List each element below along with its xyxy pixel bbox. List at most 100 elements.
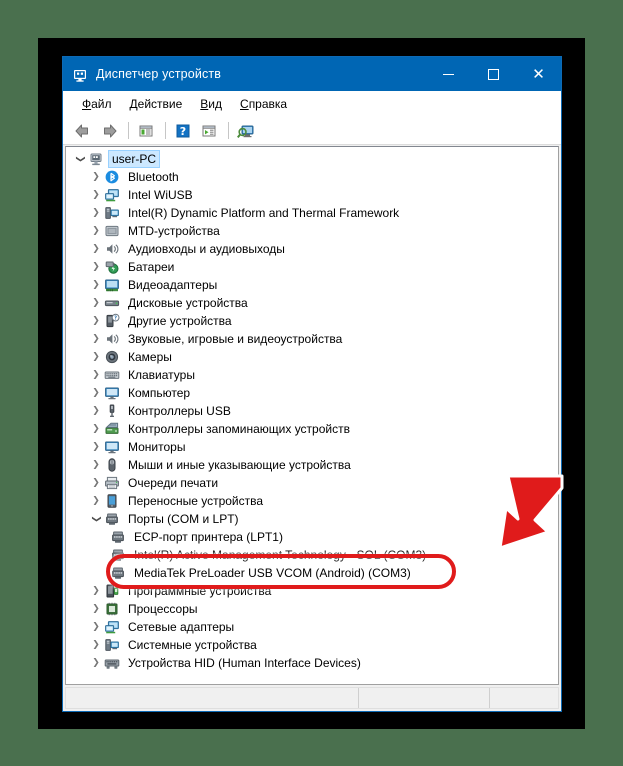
- tree-node[interactable]: ❯ Переносные устройства: [66, 492, 558, 510]
- svg-text:?: ?: [180, 125, 186, 138]
- disk-drive-icon: [104, 295, 120, 311]
- tree-node[interactable]: ❯ Мыши и иные указывающие устройства: [66, 456, 558, 474]
- menu-action[interactable]: Действие: [121, 94, 192, 114]
- menu-file-accel: Ф: [82, 96, 92, 111]
- minimize-button[interactable]: [426, 57, 471, 91]
- tree-node[interactable]: ❯ Компьютер: [66, 384, 558, 402]
- chevron-right-icon[interactable]: ❯: [88, 439, 104, 455]
- device-manager-window: Диспетчер устройств ✕ Файл Действие Вид …: [62, 56, 562, 712]
- chevron-right-icon[interactable]: ❯: [88, 169, 104, 185]
- status-pane-3: [489, 688, 558, 708]
- chevron-right-icon[interactable]: ❯: [88, 637, 104, 653]
- tree-node[interactable]: ❯ Intel WiUSB: [66, 186, 558, 204]
- network-icon: [104, 619, 120, 635]
- tree-node-label: user-PC: [107, 150, 161, 168]
- tree-node-label: Дисковые устройства: [128, 296, 248, 310]
- tree-node-label: Звуковые, игровые и видеоустройства: [128, 332, 343, 346]
- tree-node[interactable]: ❯ Устройства HID (Human Interface Devices…: [66, 654, 558, 672]
- toolbar-separator-3: [228, 122, 229, 139]
- tree-node[interactable]: ❯ Порты (COM и LPT): [66, 510, 558, 528]
- minimize-icon: [443, 73, 454, 75]
- toolbar-properties[interactable]: [134, 120, 158, 142]
- chevron-right-icon[interactable]: ❯: [88, 583, 104, 599]
- tree-node[interactable]: ❯ Батареи: [66, 258, 558, 276]
- chevron-right-icon[interactable]: ❯: [88, 313, 104, 329]
- tree-node-label: Intel WiUSB: [128, 188, 193, 202]
- tree-node[interactable]: ❯ Камеры: [66, 348, 558, 366]
- tree-node[interactable]: ❯ MTD-устройства: [66, 222, 558, 240]
- chevron-right-icon[interactable]: ❯: [88, 259, 104, 275]
- tree-node[interactable]: ❯ Очереди печати: [66, 474, 558, 492]
- tree-node-label: Мониторы: [128, 440, 186, 454]
- tree-node[interactable]: Intel(R) Active Management Technology - …: [66, 546, 558, 564]
- chevron-right-icon[interactable]: ❯: [88, 367, 104, 383]
- chevron-right-icon[interactable]: ❯: [88, 493, 104, 509]
- tree-node-label: Клавиатуры: [128, 368, 195, 382]
- tree-node[interactable]: MediaTek PreLoader USB VCOM (Android) (C…: [66, 564, 558, 582]
- chevron-right-icon[interactable]: ❯: [88, 187, 104, 203]
- tree-root-node[interactable]: ❯ user-PC: [66, 150, 558, 168]
- tree-node[interactable]: ❯ Контроллеры запоминающих устройств: [66, 420, 558, 438]
- chevron-right-icon[interactable]: ❯: [88, 223, 104, 239]
- device-tree[interactable]: ❯ user-PC ❯ Bluetooth ❯ Intel WiUSB ❯ Intel(R) …: [65, 146, 559, 685]
- title-bar[interactable]: Диспетчер устройств ✕: [63, 57, 561, 91]
- toolbar: ?: [63, 117, 561, 145]
- tree-node[interactable]: ❯ Клавиатуры: [66, 366, 558, 384]
- toolbar-help[interactable]: ?: [171, 120, 195, 142]
- chevron-right-icon[interactable]: ❯: [88, 277, 104, 293]
- tree-node-label: Камеры: [128, 350, 172, 364]
- menu-help-accel: С: [240, 96, 249, 111]
- tree-node[interactable]: ❯ Intel(R) Dynamic Platform and Thermal F…: [66, 204, 558, 222]
- tree-node[interactable]: ❯ Контроллеры USB: [66, 402, 558, 420]
- toolbar-update-driver[interactable]: [197, 120, 221, 142]
- chevron-right-icon[interactable]: ❯: [88, 601, 104, 617]
- tree-node[interactable]: ❯ Аудиовходы и аудиовыходы: [66, 240, 558, 258]
- tree-node[interactable]: ❯ Системные устройства: [66, 636, 558, 654]
- tree-node-label: Контроллеры USB: [128, 404, 231, 418]
- menu-help[interactable]: Справка: [231, 94, 296, 114]
- tree-node[interactable]: ECP-порт принтера (LPT1): [66, 528, 558, 546]
- chevron-down-icon[interactable]: ❯: [72, 151, 88, 167]
- tree-node-label: Компьютер: [128, 386, 191, 400]
- menu-help-rest: правка: [248, 96, 288, 111]
- chevron-right-icon[interactable]: ❯: [88, 457, 104, 473]
- tree-node[interactable]: ❯ Звуковые, игровые и видеоустройства: [66, 330, 558, 348]
- battery-icon: [104, 259, 120, 275]
- toolbar-forward[interactable]: [97, 120, 121, 142]
- tree-node[interactable]: ❯ Видеоадаптеры: [66, 276, 558, 294]
- chevron-right-icon[interactable]: ❯: [88, 241, 104, 257]
- chevron-right-icon[interactable]: ❯: [88, 619, 104, 635]
- chevron-right-icon[interactable]: ❯: [88, 421, 104, 437]
- speaker-icon: [104, 241, 120, 257]
- chevron-right-icon[interactable]: ❯: [88, 475, 104, 491]
- tree-node[interactable]: ❯ Сетевые адаптеры: [66, 618, 558, 636]
- close-button[interactable]: ✕: [516, 57, 561, 91]
- tree-node[interactable]: ❯ Программные устройства: [66, 582, 558, 600]
- chevron-right-icon[interactable]: ❯: [88, 295, 104, 311]
- chevron-right-icon[interactable]: ❯: [88, 385, 104, 401]
- menu-view[interactable]: Вид: [191, 94, 231, 114]
- tree-node[interactable]: ❯? Другие устройства: [66, 312, 558, 330]
- toolbar-separator-2: [165, 122, 166, 139]
- chevron-right-icon[interactable]: ❯: [88, 205, 104, 221]
- unknown-device-icon: ?: [104, 313, 120, 329]
- tree-node[interactable]: ❯ Процессоры: [66, 600, 558, 618]
- menu-file[interactable]: Файл: [73, 94, 121, 114]
- tree-node[interactable]: ❯ Дисковые устройства: [66, 294, 558, 312]
- chevron-right-icon[interactable]: ❯: [88, 655, 104, 671]
- toolbar-scan-hardware[interactable]: [234, 120, 258, 142]
- tree-node[interactable]: ❯ Мониторы: [66, 438, 558, 456]
- toolbar-back[interactable]: [71, 120, 95, 142]
- tree-node-label: Переносные устройства: [128, 494, 264, 508]
- maximize-button[interactable]: [471, 57, 516, 91]
- chevron-right-icon[interactable]: ❯: [88, 403, 104, 419]
- tree-node-label: Сетевые адаптеры: [128, 620, 235, 634]
- chevron-right-icon[interactable]: ❯: [88, 331, 104, 347]
- keyboard-icon: [104, 367, 120, 383]
- chevron-right-icon[interactable]: ❯: [88, 349, 104, 365]
- tree-node-label: Аудиовходы и аудиовыходы: [128, 242, 285, 256]
- maximize-icon: [488, 68, 499, 80]
- chevron-down-icon[interactable]: ❯: [88, 511, 104, 527]
- tree-node[interactable]: ❯ Bluetooth: [66, 168, 558, 186]
- device-manager-icon: [72, 66, 88, 82]
